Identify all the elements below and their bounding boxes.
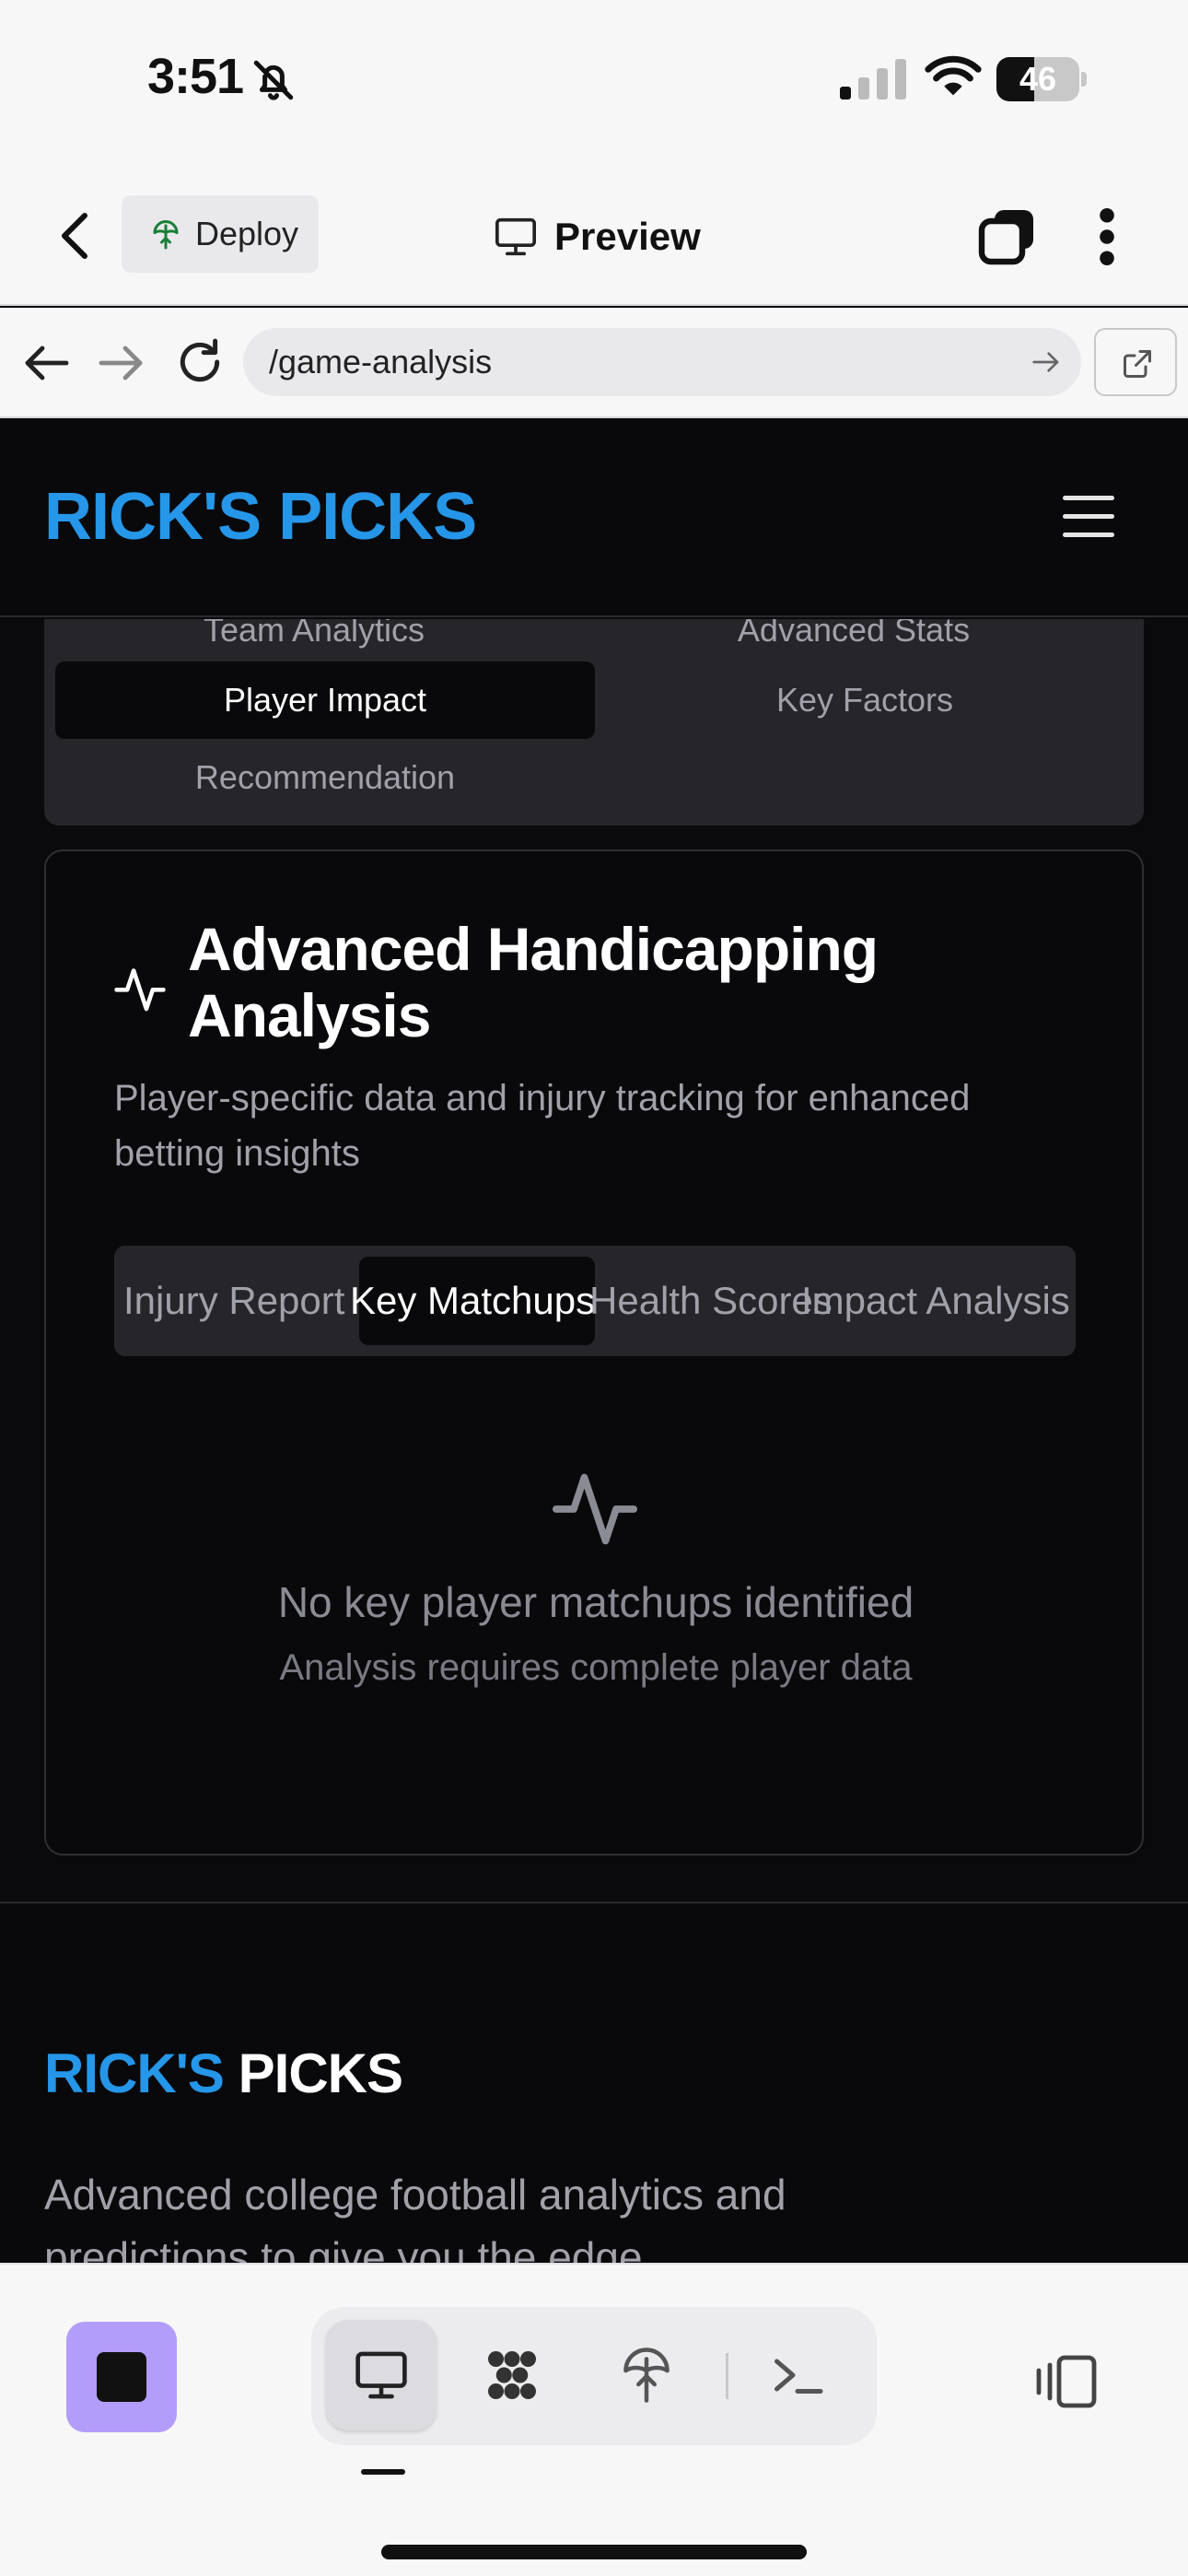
analysis-card: Advanced Handicapping Analysis Player-sp…	[44, 849, 1144, 1856]
analysis-tablist: Team Analytics Advanced Stats Player Imp…	[44, 619, 1144, 825]
status-time: 3:51	[147, 49, 244, 104]
signal-icon	[840, 59, 906, 100]
empty-state-subtitle: Analysis requires complete player data	[279, 1647, 913, 1688]
battery-icon: 46	[996, 57, 1087, 101]
home-indicator	[381, 2545, 807, 2559]
app-header: Deploy Preview	[0, 166, 1188, 306]
tab-recommendation[interactable]: Recommendation	[55, 739, 595, 816]
battery-percent: 46	[1019, 60, 1057, 98]
preview-tool-icon	[355, 2351, 407, 2399]
workflows-button[interactable]	[457, 2320, 567, 2430]
tab-key-factors[interactable]: Key Factors	[595, 662, 1135, 739]
more-icon[interactable]	[1096, 206, 1118, 267]
deployments-button[interactable]	[591, 2320, 702, 2430]
menu-icon[interactable]	[1063, 496, 1114, 538]
tool-group	[311, 2307, 877, 2445]
preview-tool-button[interactable]	[326, 2320, 437, 2430]
arrow-right-icon[interactable]	[1031, 348, 1061, 376]
browser-bar: /game-analysis	[0, 308, 1188, 418]
open-external-icon	[1124, 350, 1151, 378]
tool-separator	[726, 2353, 728, 2399]
subtab-key-matchups[interactable]: Key Matchups	[350, 1246, 595, 1356]
back-chevron-icon[interactable]	[57, 210, 94, 262]
reload-icon[interactable]	[175, 337, 225, 387]
deploy-label: Deploy	[195, 215, 299, 252]
open-external-button[interactable]	[1094, 328, 1177, 396]
player-subtabs: Injury Report Key Matchups Health Scores…	[114, 1246, 1076, 1356]
bottom-toolbar	[0, 2263, 1188, 2576]
site-footer: RICK'S PICKS Advanced college football a…	[0, 1902, 1188, 2263]
card-description: Player-specific data and injury tracking…	[114, 1078, 971, 1174]
activity-icon	[553, 1473, 637, 1545]
subtab-health-scores[interactable]: Health Scores	[589, 1246, 833, 1356]
url-input[interactable]: /game-analysis	[243, 328, 1081, 396]
footer-logo: RICK'S PICKS	[44, 2042, 403, 2105]
footer-logo-part1: RICK'S	[44, 2043, 225, 2104]
site-navbar: RICK'S PICKS	[0, 418, 1188, 617]
site-logo[interactable]: RICK'S PICKS	[44, 479, 477, 555]
deploy-icon	[153, 220, 179, 250]
stop-icon	[97, 2352, 146, 2402]
bell-off-icon	[253, 60, 294, 100]
activity-icon	[114, 968, 166, 1012]
panel-toggle-icon[interactable]	[1033, 2353, 1100, 2410]
deployments-icon	[623, 2348, 670, 2403]
deploy-button[interactable]: Deploy	[122, 195, 319, 273]
tabs-icon[interactable]	[978, 206, 1037, 265]
monitor-icon	[495, 217, 536, 256]
card-title: Advanced Handicapping Analysis	[188, 915, 879, 1049]
stop-button[interactable]	[66, 2322, 177, 2432]
url-text: /game-analysis	[269, 343, 493, 381]
console-button[interactable]	[742, 2320, 853, 2430]
workflows-icon	[488, 2351, 536, 2399]
arrow-right-icon[interactable]	[98, 341, 146, 385]
console-icon	[775, 2359, 823, 2394]
subtab-injury-report[interactable]: Injury Report	[123, 1246, 344, 1356]
empty-state-title: No key player matchups identified	[277, 1578, 914, 1626]
preview-title: Preview	[494, 206, 701, 267]
subtab-impact-analysis[interactable]: Impact Analysis	[801, 1246, 1070, 1356]
arrow-left-icon[interactable]	[22, 341, 70, 385]
wifi-icon	[925, 55, 982, 96]
preview-label: Preview	[554, 215, 701, 258]
footer-logo-part2: PICKS	[238, 2043, 403, 2104]
active-tool-indicator	[361, 2469, 405, 2475]
status-bar: 3:51 46	[0, 0, 1188, 166]
tab-player-impact[interactable]: Player Impact	[55, 662, 595, 739]
footer-description: Advanced college football analytics and …	[44, 2171, 786, 2263]
